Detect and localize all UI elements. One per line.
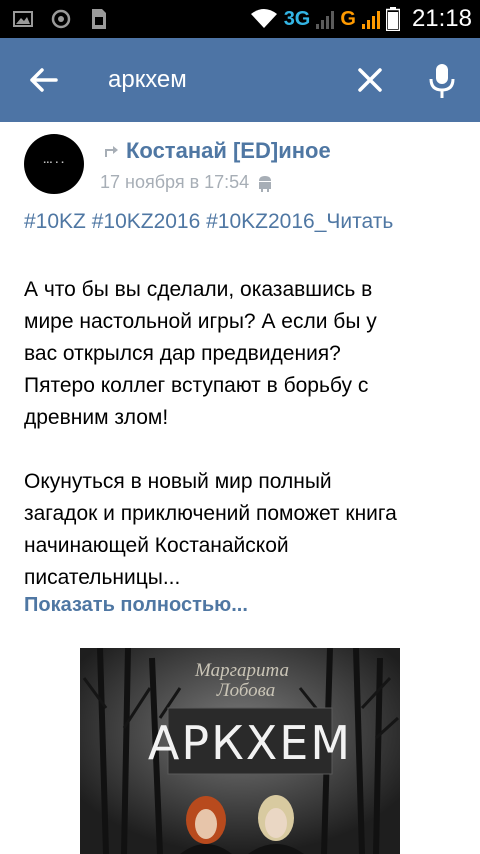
- settings-circle-icon: [50, 8, 72, 30]
- battery-icon: [385, 7, 400, 31]
- text-line: Пятеро коллег вступают в борьбу с: [24, 374, 369, 397]
- gallery-icon: [12, 8, 34, 30]
- wall-post: ▪▪▪ ▪ ▪ Костанай [ED]иное 17 ноября в 17…: [0, 122, 480, 854]
- text-line: мире настольной игры? А если бы у: [24, 310, 377, 333]
- back-arrow-icon: [30, 68, 58, 92]
- post-date-row: 17 ноября в 17:54: [100, 172, 273, 193]
- status-bar: 3G G 21:18: [0, 0, 480, 38]
- notification-icons: [12, 8, 110, 30]
- wifi-icon: [250, 9, 277, 28]
- clock: 21:18: [411, 5, 472, 32]
- text-line: начинающей Костанайской: [24, 534, 289, 557]
- microphone-icon: [429, 64, 455, 98]
- voice-search-button[interactable]: [424, 60, 460, 100]
- back-button[interactable]: [26, 62, 62, 98]
- search-toolbar: аркхем: [0, 38, 480, 122]
- network-g-label: G: [340, 7, 356, 30]
- show-more-link[interactable]: Показать полностью...: [24, 594, 248, 617]
- repost-icon: [105, 146, 118, 157]
- network-3g-label: 3G: [283, 7, 311, 30]
- book-cover-image[interactable]: Маргарита Лобова АРКХЕМ: [80, 648, 400, 854]
- post-date: 17 ноября в 17:54: [100, 172, 250, 192]
- post-paragraph-2: Окунуться в новый мир полный загадок и п…: [24, 466, 397, 594]
- cover-title: АРКХЕМ: [148, 716, 352, 770]
- text-line: писательницы...: [24, 566, 181, 589]
- sim-card-icon: [88, 8, 110, 30]
- close-icon: [358, 68, 382, 92]
- signal-3g-icon: [316, 9, 335, 29]
- group-avatar[interactable]: ▪▪▪ ▪ ▪: [24, 134, 84, 194]
- cover-author-first: Маргарита: [194, 660, 289, 681]
- text-line: А что бы вы сделали, оказавшись в: [24, 278, 373, 301]
- text-line: Окунуться в новый мир полный: [24, 470, 332, 493]
- post-hashtags[interactable]: #10KZ #10KZ2016 #10KZ2016_Читать: [24, 210, 393, 234]
- clear-search-button[interactable]: [352, 62, 388, 98]
- author-name[interactable]: Костанай [ED]иное: [126, 138, 331, 164]
- status-indicators: 3G G 21:18: [250, 4, 472, 34]
- post-author[interactable]: Костанай [ED]иное: [104, 138, 331, 164]
- post-paragraph-1: А что бы вы сделали, оказавшись в мире н…: [24, 274, 377, 434]
- book-cover-art: Маргарита Лобова АРКХЕМ: [80, 648, 400, 854]
- search-input[interactable]: аркхем: [108, 66, 187, 94]
- text-line: вас открылся дар предвидения?: [24, 342, 341, 365]
- avatar-logo: ▪▪▪ ▪ ▪: [43, 160, 65, 166]
- text-line: древним злом!: [24, 406, 169, 429]
- text-line: загадок и приключений поможет книга: [24, 502, 397, 525]
- android-icon: [259, 175, 272, 192]
- signal-g-icon: [361, 9, 380, 29]
- cover-author-last: Лобова: [216, 680, 276, 701]
